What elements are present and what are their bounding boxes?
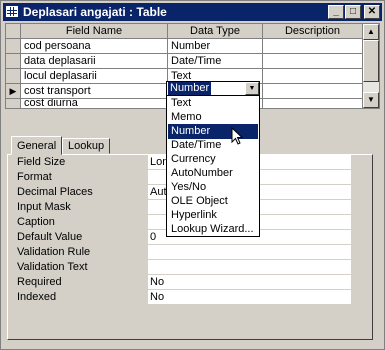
table-design-window: Deplasari angajati : Table _ □ ✕ Field N… [0,0,385,350]
vertical-scrollbar[interactable]: ▲ ▼ [363,24,379,108]
property-label: Indexed [17,291,57,303]
data-type-dropdown[interactable]: Text Memo Number Date/Time Currency Auto… [166,95,260,237]
header-data-type: Data Type [168,24,263,39]
scroll-thumb[interactable] [363,40,379,82]
tab-general[interactable]: General [11,136,63,155]
property-value[interactable] [148,245,351,260]
scroll-up-icon[interactable]: ▲ [363,24,379,40]
maximize-button[interactable]: □ [345,5,361,19]
header-description: Description [263,24,363,39]
property-label: Field Size [17,156,66,168]
title-bar[interactable]: Deplasari angajati : Table _ □ ✕ [3,3,382,21]
dropdown-option[interactable]: AutoNumber [168,166,258,181]
field-name-cell[interactable]: data deplasarii [21,54,168,69]
table-row[interactable]: data deplasarii Date/Time [6,54,363,69]
property-label: Decimal Places [17,186,93,198]
header-field-name: Field Name [21,24,168,39]
table-row[interactable]: cod persoana Number [6,39,363,54]
field-name-cell[interactable]: cost diurna [21,99,168,108]
dropdown-option[interactable]: OLE Object [168,194,258,209]
row-selector[interactable] [6,99,21,108]
close-button[interactable]: ✕ [364,5,380,19]
property-label: Input Mask [17,201,71,213]
row-selector[interactable] [6,69,21,84]
dropdown-option[interactable]: Text [168,96,258,111]
data-type-cell[interactable]: Number [168,39,263,54]
description-cell[interactable] [263,54,363,69]
property-value[interactable] [148,260,351,275]
property-label: Validation Text [17,261,88,273]
description-cell[interactable] [263,39,363,54]
dropdown-option[interactable]: Lookup Wizard... [168,222,258,237]
data-type-combo-value[interactable]: Number [168,82,212,95]
property-value[interactable]: No [148,275,351,290]
dropdown-option[interactable]: Memo [168,110,258,125]
mouse-pointer-icon [231,127,244,145]
property-label: Caption [17,216,55,228]
minimize-button[interactable]: _ [328,5,344,19]
window-title: Deplasari angajati : Table [23,5,167,19]
property-label: Format [17,171,52,183]
grid-corner [6,24,21,39]
property-label: Validation Rule [17,246,91,258]
property-value[interactable]: No [148,290,351,305]
tab-lookup[interactable]: Lookup [62,138,111,154]
description-cell[interactable] [263,84,363,99]
table-icon [6,6,18,17]
dropdown-option[interactable]: Currency [168,152,258,167]
current-row-indicator-icon[interactable]: ▶ [6,84,21,99]
field-name-cell[interactable]: cod persoana [21,39,168,54]
row-selector[interactable] [6,54,21,69]
dropdown-arrow-icon[interactable]: ▼ [245,82,259,95]
data-type-combo[interactable]: Number ▼ [166,81,260,96]
property-label: Default Value [17,231,83,243]
property-label: Required [17,276,62,288]
field-name-cell[interactable]: locul deplasarii [21,69,168,84]
field-name-cell[interactable]: cost transport [21,84,168,99]
dropdown-option[interactable]: Hyperlink [168,208,258,223]
description-cell[interactable] [263,69,363,84]
dropdown-option[interactable]: Yes/No [168,180,258,195]
data-type-cell[interactable]: Date/Time [168,54,263,69]
row-selector[interactable] [6,39,21,54]
scroll-down-icon[interactable]: ▼ [363,92,379,108]
description-cell[interactable] [263,99,363,108]
